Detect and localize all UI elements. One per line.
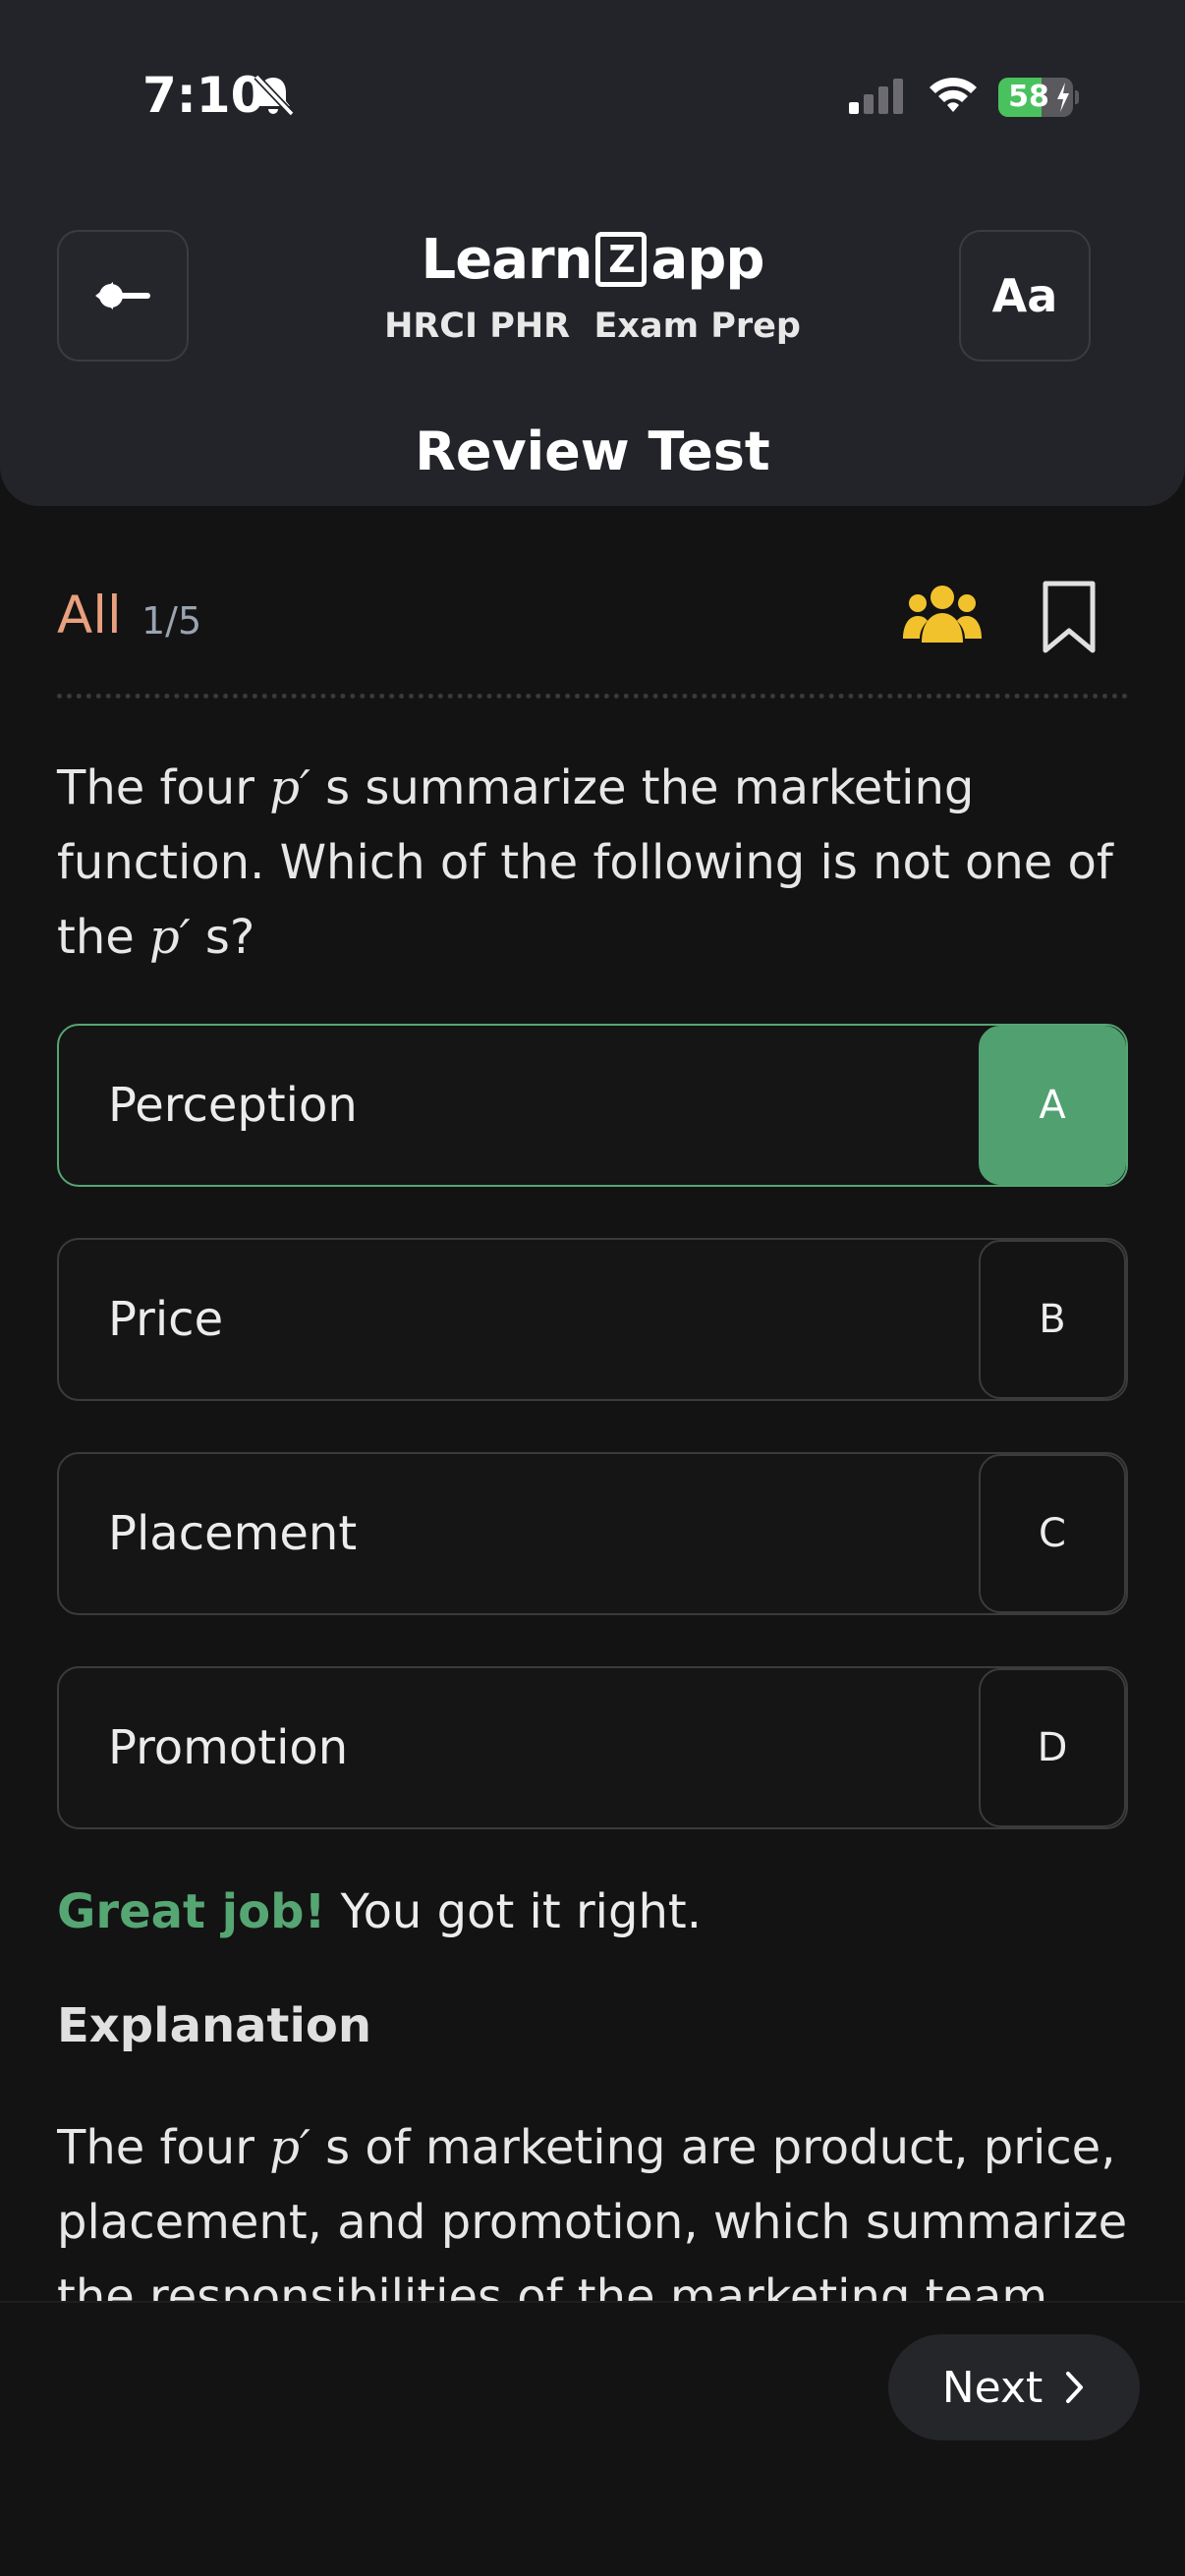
option-a[interactable]: Perception A [57,1024,1128,1187]
app-subtitle: HRCI PHR Exam Prep [384,307,801,346]
option-label: Price [108,1292,224,1347]
option-key: D [979,1668,1126,1827]
result-highlight: Great job! [57,1884,326,1939]
option-key: A [979,1026,1126,1185]
learnzapp-logo: Learn Zapp [421,227,765,292]
option-label: Perception [108,1078,358,1133]
filter-label[interactable]: All [57,586,122,645]
bookmark-icon[interactable] [1038,578,1100,656]
option-d[interactable]: Promotion D [57,1666,1128,1829]
option-c[interactable]: Placement C [57,1452,1128,1615]
page-title: Review Test [415,420,770,482]
font-size-button[interactable]: Aa [959,230,1091,362]
option-label: Placement [108,1506,358,1561]
option-b[interactable]: Price B [57,1238,1128,1401]
people-group-icon[interactable] [902,584,983,646]
status-time: 7:10 [142,67,265,124]
question-counter: 1/5 [141,599,202,643]
wifi-icon [930,78,977,112]
cellular-signal-icon [849,79,903,114]
explanation-title: Explanation [57,1998,372,2053]
chevron-right-icon [1066,2372,1084,2403]
battery-percent: 58 [1008,80,1049,114]
option-key: B [979,1240,1126,1399]
font-size-label: Aa [991,269,1058,322]
question-text: The four p′ s summarize the marketing fu… [57,760,1113,965]
result-message: Great job! You got it right. [57,1884,702,1939]
review-test-screen: 7:10 58 Learn Z app HRCI PHR Exam Prep A… [0,0,1185,2576]
back-arrow-icon [95,282,150,309]
bell-slash-icon [254,74,295,117]
back-button[interactable] [57,230,189,362]
option-key: C [979,1454,1126,1613]
battery-indicator: 58 [998,78,1079,117]
next-button[interactable]: Next [888,2334,1140,2440]
charging-bolt-icon [1057,83,1069,112]
result-text: You got it right. [325,1884,702,1939]
next-label: Next [941,2362,1044,2413]
option-label: Promotion [108,1720,349,1775]
divider [57,694,1128,699]
header: 7:10 58 Learn Z app HRCI PHR Exam Prep A… [0,0,1185,506]
explanation-body: The four p′ s of marketing are product, … [57,2110,1128,2301]
explanation-text: The four p′ s of marketing are product, … [57,2120,1128,2301]
